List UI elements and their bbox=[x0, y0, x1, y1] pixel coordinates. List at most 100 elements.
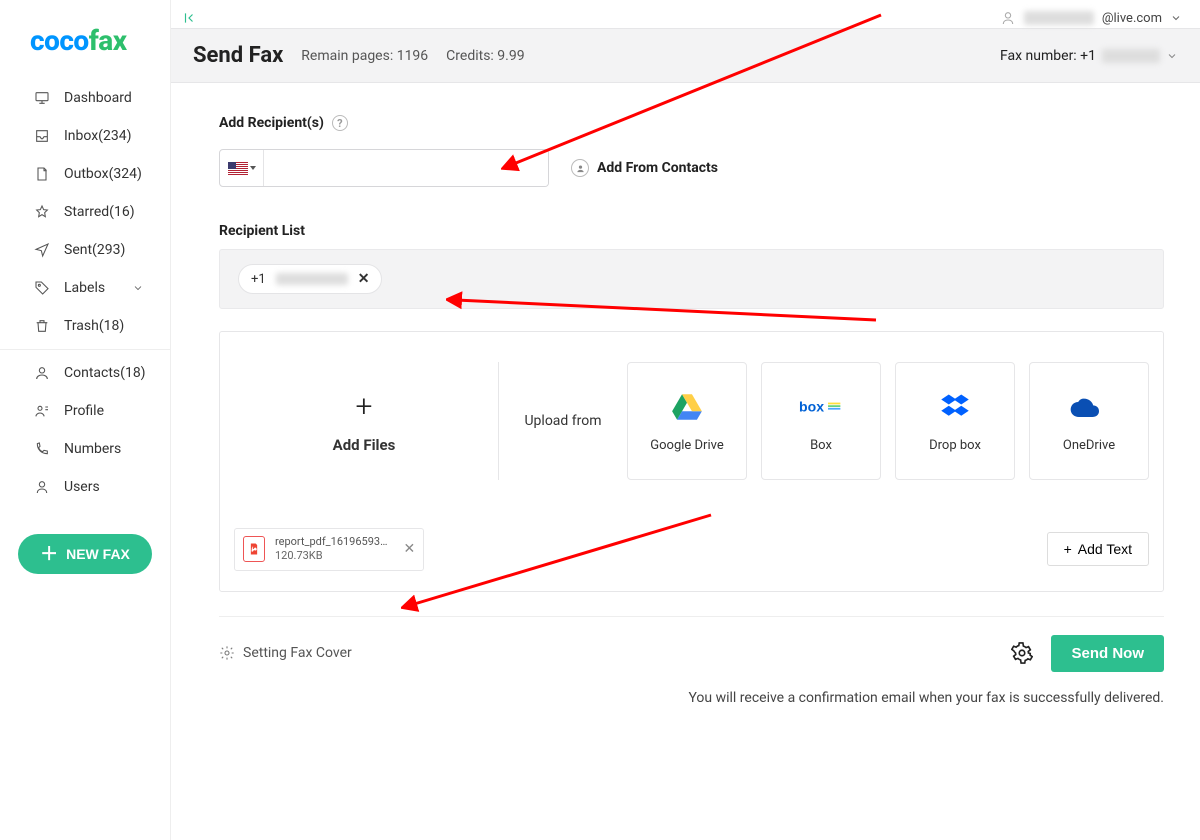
plus-icon: + bbox=[356, 389, 373, 424]
setting-cover-label: Setting Fax Cover bbox=[243, 645, 352, 661]
nav-label: Profile bbox=[64, 403, 104, 419]
outbox-icon bbox=[34, 166, 50, 182]
sidebar-item-users[interactable]: Users bbox=[0, 468, 170, 506]
nav-label: Outbox(324) bbox=[64, 166, 142, 182]
recipient-phone-input[interactable] bbox=[219, 149, 549, 187]
box-icon: box bbox=[799, 390, 843, 424]
add-from-contacts-button[interactable]: Add From Contacts bbox=[571, 159, 718, 177]
confirmation-message: You will receive a confirmation email wh… bbox=[219, 690, 1164, 706]
sidebar-item-outbox[interactable]: Outbox(324) bbox=[0, 155, 170, 193]
upload-box: + Add Files Upload from Google Drive bbox=[219, 331, 1164, 592]
sidebar-item-numbers[interactable]: Numbers bbox=[0, 430, 170, 468]
setting-fax-cover-button[interactable]: Setting Fax Cover bbox=[219, 645, 352, 661]
contacts-icon bbox=[34, 365, 50, 381]
divider bbox=[219, 616, 1164, 617]
upload-tiles: Google Drive box Box Drop b bbox=[623, 362, 1149, 480]
sidebar-item-labels[interactable]: Labels bbox=[0, 269, 170, 307]
chip-prefix: +1 bbox=[251, 272, 266, 287]
new-fax-button[interactable]: ＋ NEW FAX bbox=[18, 534, 152, 574]
page-header: Send Fax Remain pages: 1196 Credits: 9.9… bbox=[171, 28, 1200, 83]
recipient-list-label: Recipient List bbox=[219, 223, 1164, 239]
sidebar-divider bbox=[0, 349, 170, 350]
faxnum-redacted: xxxx bbox=[1102, 49, 1160, 63]
sidebar-item-dashboard[interactable]: Dashboard bbox=[0, 79, 170, 117]
tile-google-drive[interactable]: Google Drive bbox=[627, 362, 747, 480]
email-suffix: @live.com bbox=[1102, 11, 1162, 26]
nav-label: Inbox(234) bbox=[64, 128, 131, 144]
sidebar-item-contacts[interactable]: Contacts(18) bbox=[0, 354, 170, 392]
trash-icon bbox=[34, 318, 50, 334]
pdf-file-icon bbox=[243, 536, 265, 562]
sidebar-item-profile[interactable]: Profile bbox=[0, 392, 170, 430]
fax-number-selector[interactable]: Fax number: +1 xxxx bbox=[1000, 48, 1178, 64]
email-redacted: xxxxxxx bbox=[1024, 11, 1094, 25]
tile-label: Box bbox=[810, 438, 832, 453]
sidebar-item-inbox[interactable]: Inbox(234) bbox=[0, 117, 170, 155]
nav-label: Numbers bbox=[64, 441, 121, 457]
sidebar-item-sent[interactable]: Sent(293) bbox=[0, 231, 170, 269]
contact-circle-icon bbox=[571, 159, 589, 177]
svg-text:box: box bbox=[799, 398, 824, 414]
file-size: 120.73KB bbox=[275, 549, 387, 563]
file-name: report_pdf_16196593… bbox=[275, 535, 387, 549]
chevron-down-icon[interactable] bbox=[1170, 12, 1182, 24]
google-drive-icon bbox=[665, 390, 709, 424]
phone-number-field[interactable] bbox=[264, 150, 548, 186]
main-panel: xxxxxxx @live.com Send Fax Remain pages: … bbox=[171, 0, 1200, 840]
brand-part2: fax bbox=[89, 24, 127, 57]
profile-icon bbox=[34, 403, 50, 419]
inbox-icon bbox=[34, 128, 50, 144]
plus-icon: + bbox=[1064, 541, 1072, 557]
add-text-button[interactable]: + Add Text bbox=[1047, 532, 1149, 566]
add-files-button[interactable]: + Add Files bbox=[234, 362, 494, 480]
tile-dropbox[interactable]: Drop box bbox=[895, 362, 1015, 480]
remain-pages: Remain pages: 1196 bbox=[301, 48, 428, 64]
tile-box[interactable]: box Box bbox=[761, 362, 881, 480]
fax-number-label: Fax number: +1 bbox=[1000, 48, 1096, 64]
remove-file-icon[interactable]: ✕ bbox=[403, 541, 415, 557]
send-icon bbox=[34, 242, 50, 258]
content-area: Add Recipient(s) ? Add From Contacts bbox=[171, 83, 1200, 726]
attached-file-chip: report_pdf_16196593… 120.73KB ✕ bbox=[234, 528, 424, 571]
tile-label: Google Drive bbox=[650, 438, 723, 453]
vertical-divider bbox=[498, 362, 499, 480]
star-icon bbox=[34, 204, 50, 220]
monitor-icon bbox=[34, 90, 50, 106]
add-files-label: Add Files bbox=[333, 436, 396, 454]
add-recipients-label: Add Recipient(s) ? bbox=[219, 115, 1164, 131]
add-from-contacts-label: Add From Contacts bbox=[597, 160, 718, 176]
plus-icon: ＋ bbox=[40, 547, 58, 561]
nav-list-secondary: Contacts(18) Profile Numbers Users bbox=[0, 354, 170, 506]
sidebar: cocofax Dashboard Inbox(234) Outbox(324)… bbox=[0, 0, 171, 840]
brand-part1: coco bbox=[30, 24, 89, 57]
tile-onedrive[interactable]: OneDrive bbox=[1029, 362, 1149, 480]
chip-number-redacted: xxxx bbox=[276, 273, 348, 285]
upload-from-label: Upload from bbox=[503, 362, 623, 480]
settings-gear-icon[interactable] bbox=[1011, 642, 1033, 664]
dropbox-icon bbox=[933, 390, 977, 424]
nav-label: Sent(293) bbox=[64, 242, 125, 258]
chevron-down-icon bbox=[130, 282, 146, 294]
nav-label: Users bbox=[64, 479, 100, 495]
remove-recipient-icon[interactable]: ✕ bbox=[358, 271, 370, 287]
brand-logo: cocofax bbox=[0, 18, 170, 79]
phone-icon bbox=[34, 441, 50, 457]
user-icon bbox=[34, 479, 50, 495]
sidebar-item-trash[interactable]: Trash(18) bbox=[0, 307, 170, 345]
nav-list: Dashboard Inbox(234) Outbox(324) Starred… bbox=[0, 79, 170, 345]
help-icon[interactable]: ? bbox=[332, 115, 348, 131]
nav-label: Starred(16) bbox=[64, 204, 135, 220]
sidebar-item-starred[interactable]: Starred(16) bbox=[0, 193, 170, 231]
us-flag-icon bbox=[228, 162, 248, 175]
gear-icon bbox=[219, 645, 235, 661]
new-fax-label: NEW FAX bbox=[66, 546, 130, 562]
recipient-list: +1 xxxx ✕ bbox=[219, 249, 1164, 309]
nav-label: Trash(18) bbox=[64, 318, 124, 334]
user-icon bbox=[1000, 10, 1016, 26]
country-selector[interactable] bbox=[220, 150, 264, 186]
tile-label: Drop box bbox=[929, 438, 981, 453]
send-now-button[interactable]: Send Now bbox=[1051, 635, 1164, 672]
dropdown-caret-icon bbox=[250, 166, 256, 170]
recipient-chip: +1 xxxx ✕ bbox=[238, 264, 382, 294]
nav-label: Labels bbox=[64, 280, 105, 296]
